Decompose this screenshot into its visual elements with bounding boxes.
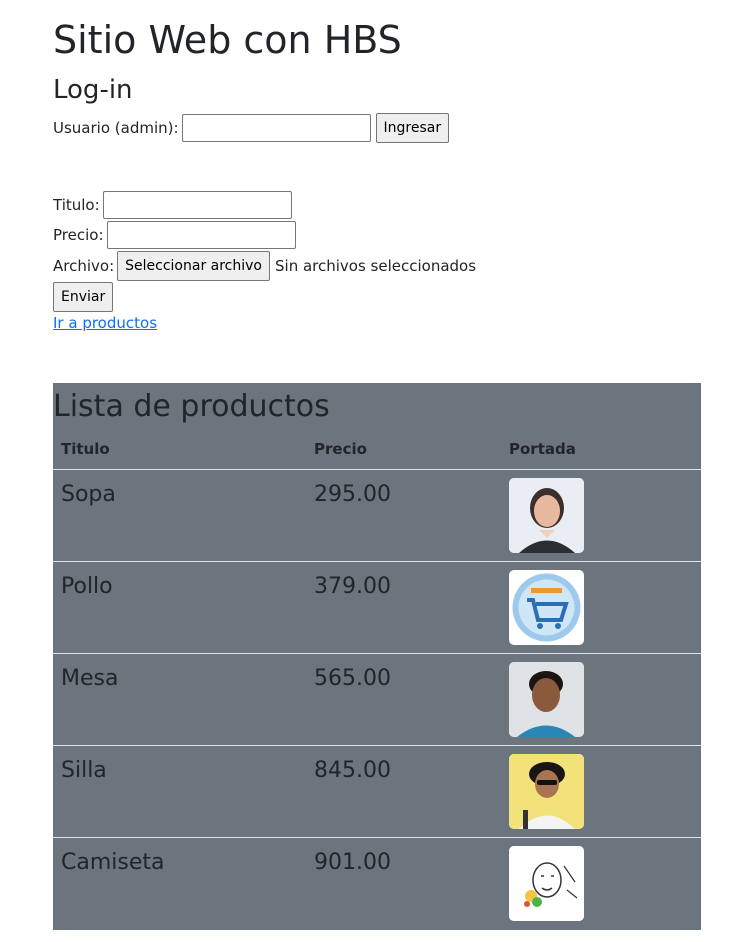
table-row: Sopa 295.00: [53, 469, 701, 561]
file-row: Archivo: Seleccionar archivo Sin archivo…: [53, 251, 476, 281]
price-input[interactable]: [106, 221, 296, 249]
cell-titulo: Mesa: [61, 666, 119, 691]
login-title: Log-in: [53, 75, 133, 105]
man-portrait-image: [509, 662, 584, 737]
file-label: Archivo:: [53, 257, 115, 275]
cell-titulo: Sopa: [61, 482, 116, 507]
cell-precio: 845.00: [314, 758, 391, 783]
title-input[interactable]: [102, 191, 292, 219]
login-row: Usuario (admin): Ingresar: [53, 113, 450, 143]
title-row: Titulo:: [53, 191, 292, 219]
cell-titulo: Silla: [61, 758, 107, 783]
cell-precio: 295.00: [314, 482, 391, 507]
woman-portrait-image: [509, 478, 584, 553]
header-titulo: Titulo: [61, 440, 110, 458]
cell-titulo: Camiseta: [61, 850, 165, 875]
table-row: Pollo 379.00: [53, 561, 701, 653]
table-row: Mesa 565.00: [53, 653, 701, 745]
table-header: Titulo Precio Portada: [53, 439, 701, 469]
products-link[interactable]: Ir a productos: [53, 314, 157, 332]
cell-titulo: Pollo: [61, 574, 113, 599]
product-list-panel: Lista de productos Titulo Precio Portada…: [53, 383, 701, 930]
man-sunglasses-image: [509, 754, 584, 829]
sketch-drawing-image: [509, 846, 584, 921]
header-precio: Precio: [314, 440, 367, 458]
shopping-cart-logo-image: [509, 570, 584, 645]
title-label: Titulo:: [53, 196, 100, 214]
file-select-button[interactable]: Seleccionar archivo: [117, 251, 270, 281]
header-portada: Portada: [509, 440, 576, 458]
file-status: Sin archivos seleccionados: [275, 257, 477, 275]
user-label: Usuario (admin):: [53, 119, 179, 137]
price-row: Precio:: [53, 221, 296, 249]
cell-precio: 565.00: [314, 666, 391, 691]
submit-button[interactable]: Enviar: [53, 282, 114, 312]
page-title: Sitio Web con HBS: [53, 18, 402, 62]
price-label: Precio:: [53, 226, 104, 244]
user-input[interactable]: [181, 114, 371, 142]
product-list-title: Lista de productos: [53, 389, 330, 424]
login-button[interactable]: Ingresar: [375, 113, 450, 143]
cell-precio: 379.00: [314, 574, 391, 599]
cell-precio: 901.00: [314, 850, 391, 875]
table-row: Camiseta 901.00: [53, 837, 701, 929]
table-row: Silla 845.00: [53, 745, 701, 837]
submit-row: Enviar: [53, 282, 114, 312]
